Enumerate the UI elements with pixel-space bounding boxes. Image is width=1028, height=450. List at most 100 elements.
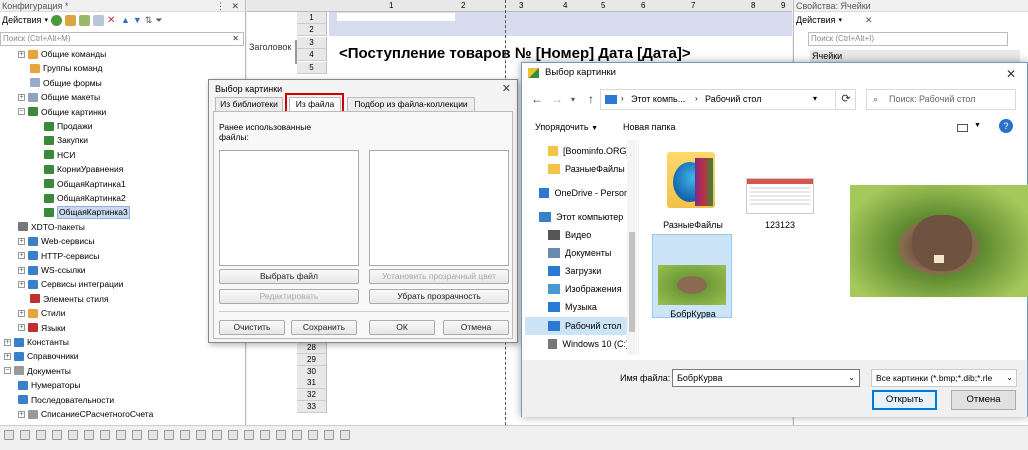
row-number[interactable]: 31 <box>297 377 327 390</box>
edit-button[interactable]: Редактировать <box>219 289 359 304</box>
ok-button[interactable]: ОК <box>369 320 435 335</box>
preview-icon[interactable] <box>308 430 318 440</box>
column-header[interactable]: 3 <box>519 0 523 12</box>
nav-item[interactable]: Музыка <box>525 298 629 316</box>
check-icon[interactable] <box>324 430 334 440</box>
tree-item[interactable]: + Стили <box>18 306 66 320</box>
row-number[interactable]: 4 <box>297 49 327 62</box>
tree-item[interactable]: Элементы стиля <box>30 292 109 306</box>
expand-toggle-icon[interactable]: + <box>18 324 25 332</box>
row-number[interactable]: 28 <box>297 342 327 354</box>
help-icon[interactable]: ? <box>999 119 1013 133</box>
refresh-button[interactable]: ⟳ <box>835 89 856 110</box>
recent-files-list[interactable] <box>219 150 359 266</box>
expand-toggle-icon[interactable]: + <box>18 50 25 58</box>
expand-toggle-icon[interactable]: + <box>18 280 25 288</box>
remove-transparency-button[interactable]: Убрать прозрачность <box>369 289 509 304</box>
view-options-icon[interactable] <box>957 124 968 132</box>
file-search-input[interactable]: ⌕ Поиск: Рабочий стол <box>866 89 1016 110</box>
expand-toggle-icon[interactable]: + <box>18 410 25 418</box>
tree-item[interactable]: ОбщаяКартинка3 <box>44 205 130 219</box>
column-header[interactable]: 7 <box>691 0 695 12</box>
file-item-folder[interactable]: РазныеФайлы <box>655 148 731 230</box>
row-number[interactable]: 33 <box>297 401 327 413</box>
format-icon[interactable] <box>164 430 174 440</box>
back-arrow-icon[interactable]: ← <box>531 92 543 106</box>
tree-item[interactable]: + Общие макеты <box>18 90 100 104</box>
cancel-button[interactable]: Отмена <box>443 320 509 335</box>
address-bar[interactable]: › Этот компь... › Рабочий стол ▾ <box>600 89 856 110</box>
nav-scrollbar[interactable] <box>627 140 637 355</box>
row-number[interactable]: 1 <box>297 12 327 24</box>
new-folder-button[interactable]: Новая папка <box>623 122 675 132</box>
row-number[interactable]: 5 <box>297 61 327 74</box>
column-header[interactable]: 6 <box>641 0 645 12</box>
tree-item[interactable]: ОбщаяКартинка1 <box>44 177 126 191</box>
area-icon[interactable] <box>276 430 286 440</box>
column-header[interactable]: 1 <box>389 0 393 12</box>
insert-col-icon[interactable] <box>148 430 158 440</box>
title-cell[interactable]: <Поступление товаров № [Номер] Дата [Дат… <box>339 45 691 62</box>
file-item-selected[interactable]: БобрКурва <box>652 234 732 319</box>
expand-toggle-icon[interactable]: + <box>18 266 25 274</box>
delete-row-icon[interactable] <box>132 430 142 440</box>
tree-item[interactable]: Общие формы <box>30 76 102 90</box>
forward-arrow-icon[interactable]: → <box>551 92 563 106</box>
column-header[interactable]: 9 <box>781 0 785 12</box>
chevron-down-icon[interactable]: ⌄ <box>848 370 855 386</box>
column-header[interactable]: 5 <box>601 0 605 12</box>
breadcrumb-computer[interactable]: Этот компь... <box>631 94 685 104</box>
text-icon[interactable] <box>260 430 270 440</box>
tree-item[interactable]: XDTO-пакеты <box>18 220 85 234</box>
nav-item[interactable]: Windows 10 (C:) <box>525 335 629 353</box>
tree-item[interactable]: − Общие картинки <box>18 105 106 119</box>
row-number[interactable]: 3 <box>297 36 327 49</box>
up-arrow-icon[interactable]: ↑ <box>588 92 594 106</box>
expand-toggle-icon[interactable]: + <box>18 252 25 260</box>
filename-input[interactable]: БобрКурва ⌄ <box>672 369 860 387</box>
align-right-icon[interactable] <box>36 430 46 440</box>
save-button[interactable]: Сохранить <box>291 320 357 335</box>
scrollbar-thumb[interactable] <box>629 232 635 332</box>
breadcrumb-desktop[interactable]: Рабочий стол <box>705 94 762 104</box>
open-button[interactable]: Открыть <box>872 390 937 410</box>
tree-item[interactable]: + Справочники <box>4 349 79 363</box>
tree-item[interactable]: + Web-сервисы <box>18 234 94 248</box>
properties-search-input[interactable]: Поиск (Ctrl+Alt+I) <box>808 32 1008 46</box>
nav-item[interactable]: Загрузки <box>525 262 629 280</box>
expand-toggle-icon[interactable]: + <box>4 352 11 360</box>
nav-item[interactable]: [Boominfo.ORG] <box>525 142 629 160</box>
nav-item[interactable]: Видео <box>525 226 629 244</box>
row-number[interactable]: 30 <box>297 365 327 378</box>
tree-item[interactable]: ОбщаяКартинка2 <box>44 191 126 205</box>
filetype-select[interactable]: Все картинки (*.bmp;*.dib;*.rle ⌄ <box>871 369 1017 387</box>
row-number[interactable]: 2 <box>297 24 327 37</box>
align-center-icon[interactable] <box>20 430 30 440</box>
expand-toggle-icon[interactable]: + <box>18 237 25 245</box>
tree-item[interactable]: Нумераторы <box>18 378 81 392</box>
tree-item[interactable]: + Константы <box>4 335 69 349</box>
recent-locations-icon[interactable]: ▾ <box>571 95 575 104</box>
chevron-down-icon[interactable]: ▾ <box>813 94 817 103</box>
choose-file-button[interactable]: Выбрать файл <box>219 269 359 284</box>
tree-item[interactable]: + Сервисы интеграции <box>18 277 123 291</box>
row-number[interactable]: 32 <box>297 389 327 402</box>
nav-item[interactable]: Этот компьютер <box>525 208 629 226</box>
tree-item[interactable]: Группы команд <box>30 61 102 75</box>
tree-item[interactable]: Продажи <box>44 119 93 133</box>
file-item-image-123123[interactable]: 123123 <box>740 148 820 230</box>
close-window-icon[interactable]: ✕ <box>1000 64 1022 84</box>
actions-menu[interactable]: Действия <box>796 15 835 25</box>
nav-item[interactable]: OneDrive - Person <box>525 184 629 202</box>
align-left-icon[interactable] <box>4 430 14 440</box>
nav-item[interactable]: Документы <box>525 244 629 262</box>
layout-icon[interactable] <box>340 430 350 440</box>
tree-item[interactable]: − Документы <box>4 364 71 378</box>
insert-row-icon[interactable] <box>116 430 126 440</box>
set-transparent-button[interactable]: Установить прозрачный цвет <box>369 269 509 284</box>
expand-toggle-icon[interactable]: + <box>4 338 11 346</box>
table-icon[interactable] <box>292 430 302 440</box>
group-icon[interactable] <box>180 430 190 440</box>
clear-button[interactable]: Очистить <box>219 320 285 335</box>
image-icon[interactable] <box>228 430 238 440</box>
